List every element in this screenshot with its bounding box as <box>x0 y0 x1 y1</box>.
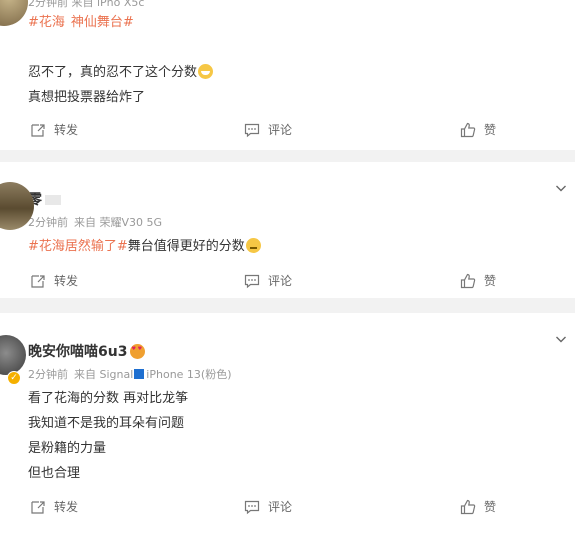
action-bar: 转发 评论 赞 <box>0 498 575 520</box>
topic-link[interactable]: #花海居然输了# <box>28 239 128 254</box>
comment-button[interactable]: 评论 <box>244 121 292 138</box>
signal-icon <box>134 369 145 379</box>
comment-button[interactable]: 评论 <box>244 498 292 515</box>
comment-text-line: 看了花海的分数 再对比龙筝 <box>28 391 189 406</box>
repost-button[interactable]: 转发 <box>30 272 78 289</box>
grin-emoji-icon <box>198 64 214 79</box>
chevron-down-icon[interactable] <box>555 333 567 345</box>
like-icon <box>460 273 476 288</box>
comment-meta: 2分钟前 来自 iPho X5c <box>28 0 145 9</box>
topic-link[interactable]: 神仙舞台# <box>71 15 134 30</box>
comment-meta: 2分钟前 来自 Signal iPhone 13(粉色) <box>28 368 232 381</box>
user-name[interactable]: 晚安你喵喵6u3 <box>28 341 146 361</box>
action-bar: 转发 评论 赞 <box>0 121 575 143</box>
weibo-comment-card: 晚安你喵喵6u3 2分钟前来自 SignaliPhone 13(粉色) 看了花海… <box>0 313 575 533</box>
topic-link[interactable]: #花海 <box>28 15 65 30</box>
repost-icon <box>31 274 45 288</box>
comment-text-line: 是粉籍的力量 <box>28 441 107 456</box>
comment-text-line: 忍不了，真的忍不了这个分数 <box>28 61 214 80</box>
comment-button[interactable]: 评论 <box>244 272 292 289</box>
chevron-down-icon[interactable] <box>555 182 567 194</box>
repost-icon <box>31 500 45 514</box>
weibo-comment-card: 2分钟前 来自 iPho X5c #花海 神仙舞台# 忍不了，真的忍不了这个分数 … <box>0 0 575 150</box>
comment-text-line: 我知道不是我的耳朵有问题 <box>28 416 185 431</box>
like-icon <box>460 499 476 514</box>
verified-badge-icon: ✓ <box>7 371 21 385</box>
avatar[interactable] <box>0 0 28 26</box>
comment-icon <box>244 123 260 137</box>
love-emoji-icon <box>130 344 146 359</box>
like-button[interactable]: 赞 <box>460 498 496 515</box>
comment-text-line: 但也合理 <box>28 466 81 481</box>
repost-icon <box>31 123 45 137</box>
like-icon <box>460 122 476 137</box>
comment-text-line: #花海居然输了#舞台值得更好的分数 <box>28 235 261 254</box>
repost-button[interactable]: 转发 <box>30 498 78 515</box>
neutral-emoji-icon <box>245 238 261 253</box>
comment-icon <box>244 274 260 288</box>
comment-text-line: 真想把投票器给炸了 <box>28 90 146 105</box>
topic-tags: #花海 神仙舞台# <box>28 11 140 30</box>
action-bar: 转发 评论 赞 <box>0 272 575 294</box>
comment-icon <box>244 500 260 514</box>
repost-button[interactable]: 转发 <box>30 121 78 138</box>
comment-meta: 2分钟前 来自 荣耀V30 5G <box>28 216 163 229</box>
comment-body: 零 2分钟前 来自 荣耀V30 5G #花海居然输了#舞台值得更好的分数 转发 评… <box>0 162 575 298</box>
name-blur <box>45 195 61 205</box>
like-button[interactable]: 赞 <box>460 272 496 289</box>
like-button[interactable]: 赞 <box>460 121 496 138</box>
